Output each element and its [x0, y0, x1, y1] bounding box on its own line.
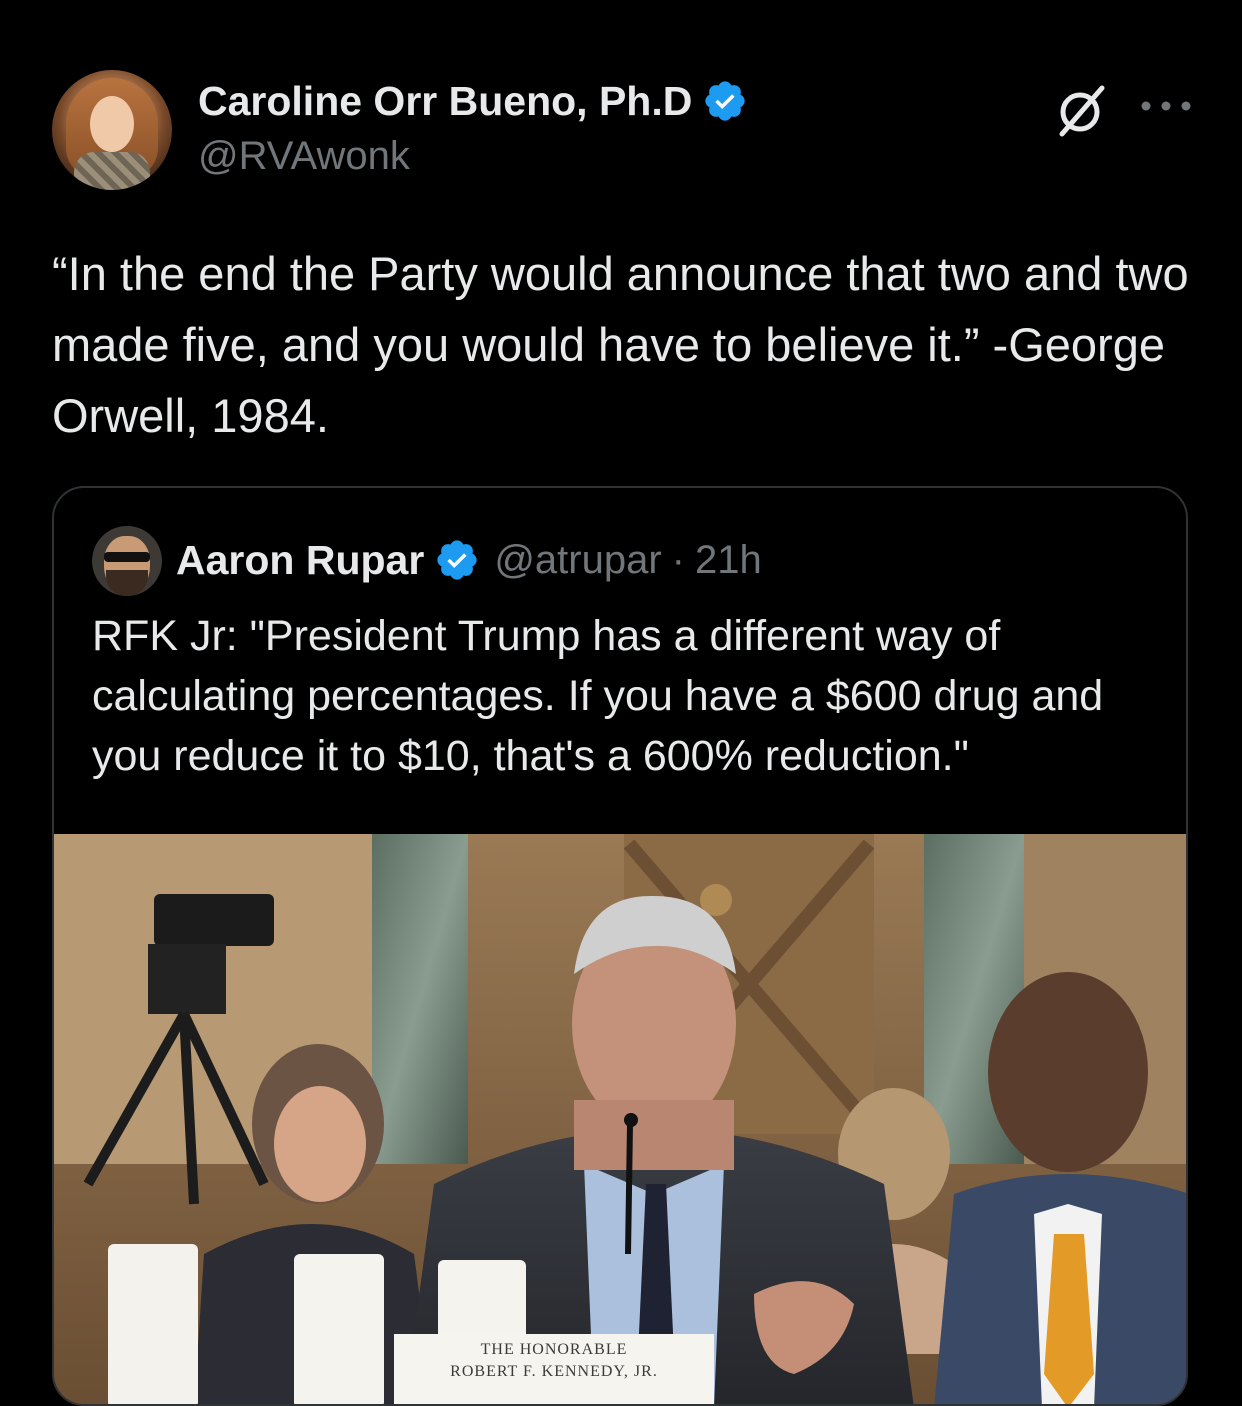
author-name-row: Caroline Orr Bueno, Ph.D	[198, 74, 748, 128]
quoted-post[interactable]: Aaron Rupar @atrupar · 21h RFK Jr: "Pres…	[52, 486, 1188, 1406]
quoted-author-row: Aaron Rupar @atrupar · 21h	[176, 532, 762, 588]
tweet-text: “In the end the Party would announce tha…	[52, 247, 1189, 442]
nameplate-line1: THE HONORABLE	[480, 1341, 628, 1358]
tweet: Caroline Orr Bueno, Ph.D @RVAwonk “In th…	[0, 0, 1242, 1406]
author-avatar[interactable]	[52, 70, 172, 190]
more-options-icon[interactable]	[1136, 88, 1196, 124]
verified-badge-icon	[437, 540, 477, 580]
author-handle[interactable]: @RVAwonk	[198, 134, 410, 179]
separator-dot: ·	[671, 537, 685, 582]
grok-icon[interactable]	[1054, 82, 1110, 138]
nameplate-line2: ROBERT F. KENNEDY, JR.	[450, 1363, 658, 1380]
quoted-post-media[interactable]: THE HONORABLE ROBERT F. KENNEDY, JR.	[54, 834, 1186, 1404]
nameplate: THE HONORABLE ROBERT F. KENNEDY, JR.	[394, 1339, 714, 1383]
quoted-author-handle[interactable]: @atrupar	[494, 538, 661, 583]
quoted-post-time[interactable]: 21h	[695, 538, 762, 583]
tweet-header: Caroline Orr Bueno, Ph.D @RVAwonk	[52, 70, 1202, 190]
author-display-name[interactable]: Caroline Orr Bueno, Ph.D	[198, 78, 692, 125]
quoted-author-avatar[interactable]	[92, 526, 162, 596]
quoted-author-name[interactable]: Aaron Rupar	[176, 537, 424, 584]
quoted-post-text: RFK Jr: "President Trump has a different…	[92, 612, 1104, 780]
hearing-photo	[54, 834, 1186, 1404]
verified-badge-icon	[705, 81, 745, 121]
